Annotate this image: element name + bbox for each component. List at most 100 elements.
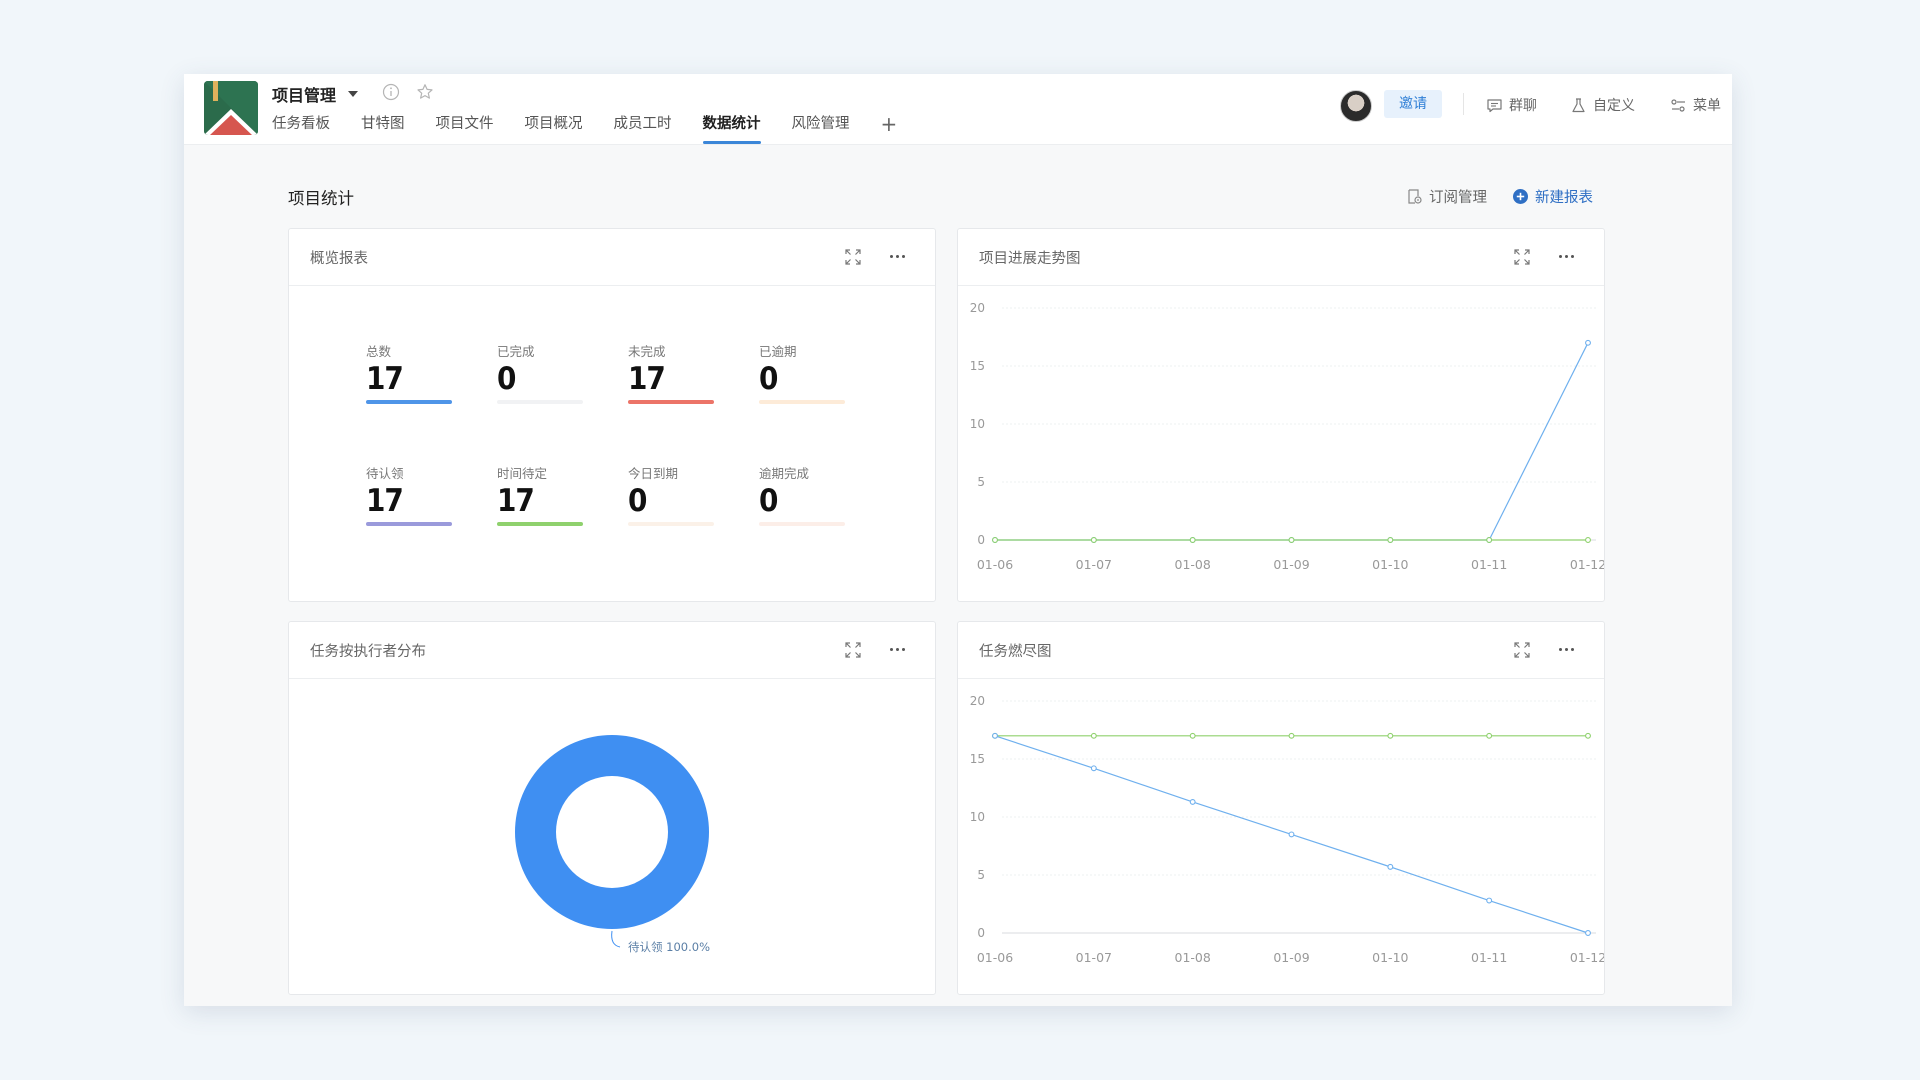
data-point[interactable] bbox=[1189, 732, 1196, 739]
assignee-donut-chart: 待认领 100.0% bbox=[515, 735, 710, 954]
x-tick-label: 01-10 bbox=[1372, 557, 1408, 572]
data-point[interactable] bbox=[1486, 537, 1493, 543]
customize-button[interactable]: 自定义 bbox=[1570, 95, 1635, 115]
pie-slice[interactable] bbox=[515, 735, 709, 929]
stat-label: 逾期完成 bbox=[759, 466, 810, 481]
project-tabs: 任务看板 甘特图 项目文件 项目概况 成员工时 数据统计 风险管理 + bbox=[272, 114, 928, 144]
tab-overview[interactable]: 项目概况 bbox=[525, 114, 583, 144]
x-tick-label: 01-10 bbox=[1372, 950, 1408, 965]
x-tick-label: 01-12 bbox=[1570, 950, 1604, 965]
stat-total: 总数 17 bbox=[366, 341, 452, 404]
card-title: 概览报表 bbox=[310, 251, 368, 267]
stat-incomplete: 未完成 17 bbox=[628, 341, 714, 404]
add-tab-icon[interactable]: + bbox=[881, 114, 898, 144]
data-point[interactable] bbox=[1486, 732, 1493, 739]
card-title: 项目进展走势图 bbox=[979, 251, 1081, 267]
more-icon[interactable] bbox=[1559, 255, 1575, 259]
star-icon[interactable] bbox=[416, 83, 434, 101]
more-icon[interactable] bbox=[890, 255, 906, 259]
data-point[interactable] bbox=[1387, 537, 1394, 543]
tab-member-hours[interactable]: 成员工时 bbox=[614, 114, 672, 144]
card-header: 项目进展走势图 bbox=[958, 229, 1604, 286]
info-icon[interactable] bbox=[382, 83, 400, 101]
stat-bar bbox=[759, 522, 845, 526]
data-point[interactable] bbox=[1288, 537, 1295, 543]
data-point[interactable] bbox=[1288, 831, 1295, 838]
menu-settings-icon bbox=[1671, 98, 1685, 112]
stat-bar bbox=[366, 522, 452, 526]
burndown-chart: 0 5 10 15 20 01-06 01-07 01-08 01-09 01-10 01-11 01… bbox=[970, 694, 1604, 965]
assignee-distribution-card: 任务按执行者分布 待认领 100.0% bbox=[288, 621, 936, 995]
data-point[interactable] bbox=[1486, 897, 1493, 904]
stat-bar bbox=[628, 522, 714, 526]
data-point[interactable] bbox=[1585, 930, 1591, 936]
avatar[interactable] bbox=[1340, 90, 1372, 122]
data-point[interactable] bbox=[1090, 537, 1097, 543]
expand-icon[interactable] bbox=[843, 247, 863, 267]
expand-icon[interactable] bbox=[843, 640, 863, 660]
menu-button[interactable]: 菜单 bbox=[1670, 95, 1721, 115]
x-tick-label: 01-11 bbox=[1471, 557, 1507, 572]
more-icon[interactable] bbox=[1559, 648, 1575, 652]
stat-time-pending: 时间待定 17 bbox=[497, 463, 583, 526]
tab-statistics[interactable]: 数据统计 bbox=[702, 114, 761, 144]
x-tick-label: 01-06 bbox=[977, 557, 1013, 572]
invite-button[interactable]: 邀请 bbox=[1384, 90, 1442, 118]
new-report-button[interactable]: 新建报表 bbox=[1512, 186, 1593, 207]
chevron-down-icon[interactable] bbox=[348, 91, 359, 97]
stat-bar bbox=[759, 400, 845, 404]
project-title-group[interactable]: 项目管理 bbox=[272, 82, 359, 106]
stat-label: 已完成 bbox=[497, 344, 535, 359]
group-chat-button[interactable]: 群聊 bbox=[1486, 95, 1537, 115]
data-point[interactable] bbox=[1585, 732, 1591, 739]
progress-trend-chart: 0 5 10 15 20 01-06 01-07 01-08 01-09 01-10 01-11 01… bbox=[970, 301, 1604, 572]
new-report-label: 新建报表 bbox=[1535, 190, 1593, 206]
y-tick-label: 20 bbox=[970, 694, 985, 708]
tab-task-board[interactable]: 任务看板 bbox=[272, 114, 330, 144]
data-point[interactable] bbox=[992, 537, 998, 543]
chat-icon bbox=[1487, 98, 1502, 112]
subscribe-manage-button[interactable]: 订阅管理 bbox=[1406, 186, 1487, 207]
y-tick-label: 10 bbox=[970, 810, 985, 824]
tab-gantt[interactable]: 甘特图 bbox=[361, 114, 405, 144]
more-icon[interactable] bbox=[890, 648, 906, 652]
stat-value: 17 bbox=[366, 483, 404, 519]
statistics-content: 项目统计 订阅管理 新建报表 概览报表 总数 17 已完成 0 未完成 17 已… bbox=[184, 145, 1732, 1006]
x-tick-label: 01-08 bbox=[1175, 950, 1211, 965]
y-tick-label: 0 bbox=[977, 926, 985, 940]
data-point[interactable] bbox=[1189, 537, 1196, 543]
stat-value: 0 bbox=[497, 361, 516, 397]
card-header: 任务燃尽图 bbox=[958, 622, 1604, 679]
y-tick-label: 20 bbox=[970, 301, 985, 315]
data-point[interactable] bbox=[992, 732, 998, 739]
stat-value: 17 bbox=[366, 361, 404, 397]
customize-label: 自定义 bbox=[1593, 98, 1635, 114]
subscribe-icon bbox=[1408, 189, 1422, 204]
stat-label: 时间待定 bbox=[497, 466, 548, 481]
y-tick-label: 15 bbox=[970, 359, 985, 373]
project-title: 项目管理 bbox=[272, 86, 337, 105]
expand-icon[interactable] bbox=[1512, 247, 1532, 267]
stat-label: 总数 bbox=[366, 344, 392, 359]
y-tick-label: 15 bbox=[970, 752, 985, 766]
card-title: 任务燃尽图 bbox=[979, 644, 1052, 660]
project-logo[interactable] bbox=[204, 81, 258, 135]
data-point[interactable] bbox=[1585, 537, 1591, 543]
data-point[interactable] bbox=[1090, 765, 1097, 772]
card-header: 概览报表 bbox=[289, 229, 935, 286]
stat-bar bbox=[366, 400, 452, 404]
data-point[interactable] bbox=[1189, 798, 1196, 805]
data-point[interactable] bbox=[1090, 732, 1097, 739]
data-point[interactable] bbox=[1585, 339, 1591, 346]
menu-label: 菜单 bbox=[1693, 98, 1721, 114]
data-point[interactable] bbox=[1387, 863, 1394, 870]
tab-files[interactable]: 项目文件 bbox=[436, 114, 494, 144]
stat-bar bbox=[628, 400, 714, 404]
y-tick-label: 5 bbox=[977, 475, 985, 489]
tab-risk[interactable]: 风险管理 bbox=[792, 114, 850, 144]
expand-icon[interactable] bbox=[1512, 640, 1532, 660]
data-point[interactable] bbox=[1387, 732, 1394, 739]
data-point[interactable] bbox=[1288, 732, 1295, 739]
series-line bbox=[995, 342, 1589, 541]
stat-completed-late: 逾期完成 0 bbox=[759, 463, 845, 526]
